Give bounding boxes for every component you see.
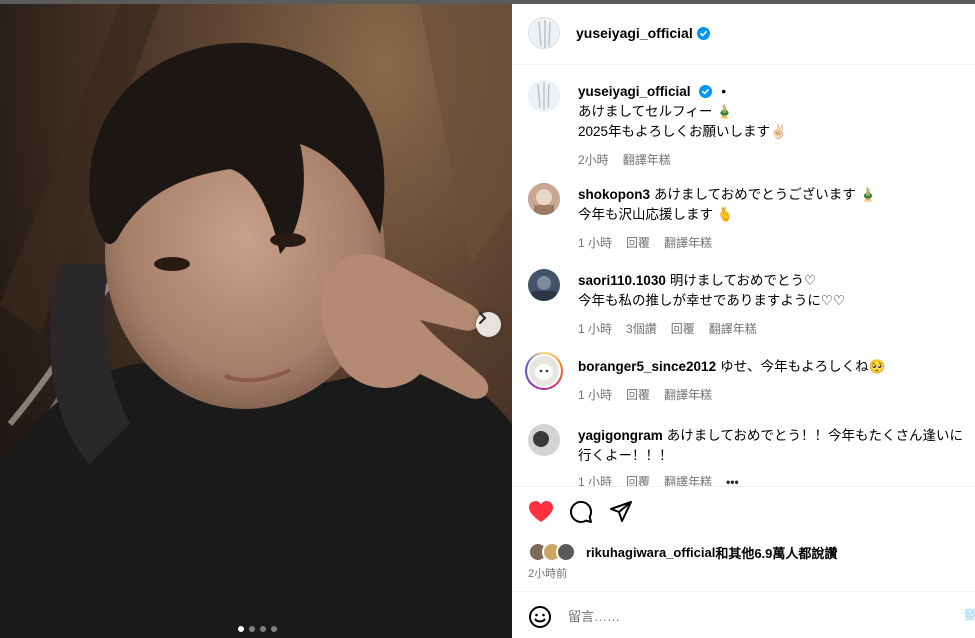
verified-badge-icon (698, 85, 712, 98)
reply-button[interactable]: 回覆 (626, 233, 650, 253)
share-button[interactable] (608, 499, 634, 525)
reply-button[interactable]: 回覆 (671, 319, 695, 339)
speech-bubble-icon (570, 500, 593, 523)
comment-body: shokopon3 あけましておめでとうございます 🎍 今年も沢山応援します 🫰 … (578, 185, 968, 253)
caption-body: yuseiyagi_official • あけましてセルフィー 🎍 2025年も… (578, 82, 968, 170)
caption-avatar[interactable] (528, 80, 560, 112)
comment-text: 今年も沢山応援します 🫰 (578, 207, 734, 222)
emoji-icon[interactable] (528, 605, 552, 629)
carousel-dot (271, 626, 277, 632)
likes-summary[interactable]: rikuhagiwara_official 和其他6.9萬人都說讚 (528, 542, 837, 562)
caption-line: 2025年もよろしくお願いします✌🏻 (578, 124, 787, 139)
comment-body: boranger5_since2012 ゆせ、今年もよろしくね🥺 1 小時 回覆 … (578, 357, 968, 405)
caption-line: あけましてセルフィー 🎍 (578, 104, 733, 119)
carousel-dot (260, 626, 266, 632)
avatar-image (528, 269, 560, 301)
comment-time[interactable]: 1 小時 (578, 319, 612, 339)
chevron-right-icon (479, 312, 487, 324)
comment-time[interactable]: 1 小時 (578, 233, 612, 253)
reply-button[interactable]: 回覆 (626, 385, 650, 405)
avatar-image (529, 18, 559, 48)
post-photo[interactable] (0, 4, 512, 638)
comment-meta: 1 小時 回覆 翻譯年糕 (578, 233, 968, 253)
caption-separator: • (721, 84, 727, 99)
avatar-ring-inner (527, 354, 561, 388)
author-avatar[interactable] (528, 17, 560, 49)
comment-text: ゆせ、今年もよろしくね🥺 (720, 359, 886, 374)
comment-text: 明けましておめでとう♡ (669, 273, 817, 288)
translate-button[interactable]: 翻譯年糕 (664, 233, 712, 253)
author-username-text[interactable]: yuseiyagi_official (576, 25, 693, 41)
carousel-dot (238, 626, 244, 632)
translate-button[interactable]: 翻譯年糕 (623, 150, 671, 170)
comment-avatar[interactable] (528, 424, 560, 456)
avatar-image (528, 80, 560, 112)
reply-button[interactable]: 回覆 (626, 472, 650, 486)
comment-composer: 發 (512, 591, 975, 638)
comment-avatar[interactable] (528, 269, 560, 301)
comment-input[interactable] (568, 604, 948, 628)
liker-username[interactable]: rikuhagiwara_official (586, 545, 715, 560)
author-username[interactable]: yuseiyagi_official (576, 25, 710, 41)
more-options-button[interactable]: ••• (726, 472, 739, 486)
avatar-image (529, 356, 559, 386)
comment-body: yagigongram あけましておめでとう！！今年もたくさん逢いに行くよー！！！… (578, 426, 968, 486)
comment-username[interactable]: saori110.1030 (578, 273, 666, 288)
comment-meta: 1 小時 回覆 翻譯年糕 (578, 385, 968, 405)
comment-username[interactable]: yagigongram (578, 428, 663, 443)
comment-text: あけましておめでとうございます 🎍 (654, 187, 877, 202)
selfie-illustration (0, 4, 512, 638)
comment-avatar-story-ring[interactable] (525, 352, 563, 390)
translate-button[interactable]: 翻譯年糕 (709, 319, 757, 339)
liker-avatar (556, 542, 576, 562)
comment-username[interactable]: shokopon3 (578, 187, 650, 202)
avatar-image (528, 183, 560, 215)
post-detail-panel: yuseiyagi_official yuseiyagi_official • … (512, 4, 975, 638)
comment-time[interactable]: 1 小時 (578, 385, 612, 405)
comment-button[interactable] (568, 499, 594, 525)
carousel-indicator (238, 626, 277, 632)
posted-time: 2小時前 (528, 568, 568, 580)
comment-meta: 1 小時 回覆 翻譯年糕 ••• (578, 472, 968, 486)
caption-username[interactable]: yuseiyagi_official (578, 84, 691, 99)
post-header: yuseiyagi_official (512, 4, 975, 65)
comment-body: saori110.1030 明けましておめでとう♡ 今年も私の推しが幸せであります… (578, 271, 968, 339)
post-comment-button[interactable]: 發 (964, 606, 975, 623)
comment-time[interactable]: 1 小時 (578, 472, 612, 486)
avatar-image (528, 424, 560, 456)
comment-like-count[interactable]: 3個讚 (626, 319, 657, 339)
like-button[interactable] (528, 499, 554, 525)
caption-time[interactable]: 2小時 (578, 150, 609, 170)
translate-button[interactable]: 翻譯年糕 (664, 472, 712, 486)
carousel-next-button[interactable] (476, 312, 501, 337)
verified-badge-icon (696, 27, 710, 40)
caption-meta: 2小時 翻譯年糕 (578, 150, 968, 170)
translate-button[interactable]: 翻譯年糕 (664, 385, 712, 405)
paper-plane-icon (610, 501, 632, 522)
comment-text: 今年も私の推しが幸せでありますように♡♡ (578, 293, 846, 308)
likes-rest[interactable]: 和其他6.9萬人都說讚 (715, 543, 837, 562)
post-actions: rikuhagiwara_official 和其他6.9萬人都說讚 2小時前 (512, 486, 975, 591)
liker-avatars (528, 542, 580, 562)
comment-username[interactable]: boranger5_since2012 (578, 359, 716, 374)
comments-list[interactable]: yuseiyagi_official • あけましてセルフィー 🎍 2025年も… (512, 66, 975, 486)
action-icons (528, 499, 634, 525)
comment-meta: 1 小時 3個讚 回覆 翻譯年糕 (578, 319, 968, 339)
comment-avatar[interactable] (528, 183, 560, 215)
heart-filled-icon (529, 501, 553, 522)
carousel-dot (249, 626, 255, 632)
